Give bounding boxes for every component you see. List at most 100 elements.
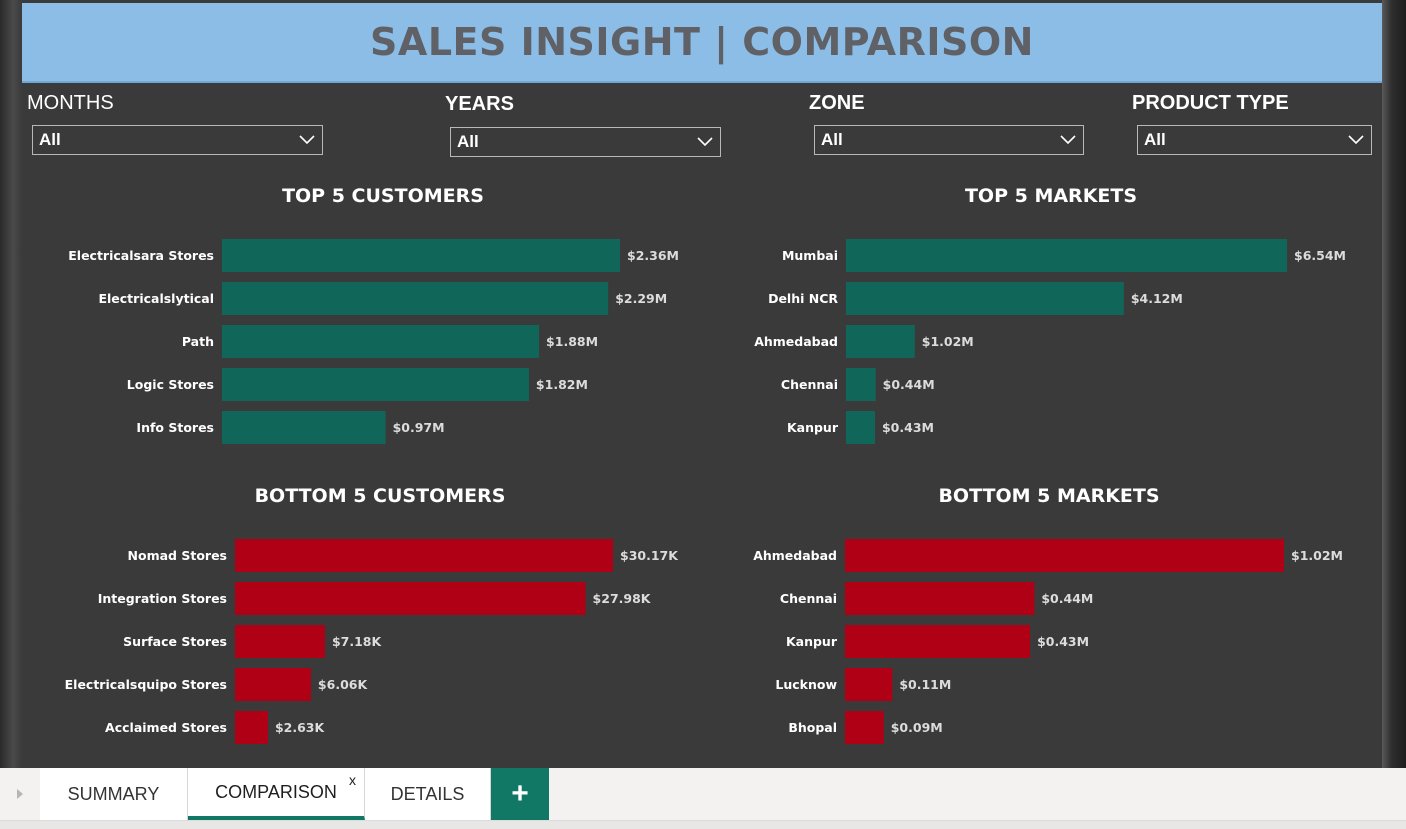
top-customers-chart: Electricalsara Stores $2.36M Electricalsly… [68,239,679,444]
bar-category-label: Logic Stores [127,377,214,392]
window-frame-right [1382,0,1406,768]
bar[interactable] [222,411,386,444]
bottom-markets-chart: Ahmedabad $1.02M Chennai $0.44M Kanpur $0.43M… [753,539,1343,744]
bar-category-label: Mumbai [782,248,838,263]
bottom-customers-title: BOTTOM 5 CUSTOMERS [254,485,506,507]
bar-value-label: $30.17K [620,548,679,563]
bar-category-label: Electricalsara Stores [68,248,214,263]
bar-value-label: $0.43M [882,420,934,435]
years-dropdown[interactable]: All [450,127,721,157]
tab-comparison[interactable]: COMPARISON [188,768,365,820]
bar[interactable] [845,668,893,701]
bar-value-label: $0.44M [883,377,935,392]
bar-value-label: $7.18K [332,634,383,649]
bar-category-label: Info Stores [136,420,214,435]
bar[interactable] [235,539,613,572]
bar-value-label: $27.98K [593,591,652,606]
bar[interactable] [235,625,325,658]
bar[interactable] [222,239,620,272]
tab-details-label: DETAILS [390,783,465,804]
bar-category-label: Kanpur [787,420,839,435]
bar-value-label: $2.36M [627,248,679,263]
bar[interactable] [845,625,1031,658]
chevron-right-icon [17,789,23,799]
bar[interactable] [845,711,884,744]
zone-dropdown-value: All [821,130,843,149]
top-markets-title: TOP 5 MARKETS [964,185,1138,207]
bar[interactable] [845,582,1035,615]
window-frame-left [0,0,22,768]
product-type-filter-label: PRODUCT TYPE [1132,92,1289,114]
bar-category-label: Ahmedabad [754,334,838,349]
bar-value-label: $2.29M [615,291,667,306]
chevron-down-icon [299,135,315,145]
bar[interactable] [846,239,1287,272]
bar-category-label: Kanpur [786,634,838,649]
bar-category-label: Surface Stores [123,634,227,649]
bar-value-label: $4.12M [1131,291,1183,306]
bar[interactable] [846,411,875,444]
bar-value-label: $1.88M [546,334,598,349]
bar-category-label: Integration Stores [98,591,227,606]
bar[interactable] [846,282,1124,315]
top-markets-chart: Mumbai $6.54M Delhi NCR $4.12M Ahmedabad $1.0… [754,239,1346,444]
bar-value-label: $1.02M [922,334,974,349]
bar-category-label: Acclaimed Stores [105,720,227,735]
bar-value-label: $1.02M [1291,548,1343,563]
bar-category-label: Lucknow [775,677,837,692]
bar-category-label: Chennai [780,591,837,606]
bottom-customers-chart: Nomad Stores $30.17K Integration Stores $27… [65,539,679,744]
plus-icon: + [511,777,529,810]
months-dropdown[interactable]: All [32,125,323,155]
bar-value-label: $1.82M [536,377,588,392]
bar-value-label: $0.97M [393,420,445,435]
bar[interactable] [846,368,876,401]
years-dropdown-value: All [457,132,479,151]
page-title: SALES INSIGHT | COMPARISON [370,20,1034,64]
tab-close-icon[interactable]: x [349,772,356,788]
bar-value-label: $0.43M [1037,634,1089,649]
bar-value-label: $0.44M [1041,591,1093,606]
zone-dropdown[interactable]: All [814,125,1084,155]
tab-details[interactable]: DETAILS [365,768,491,820]
months-dropdown-value: All [39,130,61,149]
report-canvas: SALES INSIGHT | COMPARISON MONTHS All YE… [22,0,1382,768]
chevron-down-icon [697,137,713,147]
bar[interactable] [235,711,268,744]
product-type-dropdown[interactable]: All [1137,125,1372,155]
bar[interactable] [222,325,540,358]
bar[interactable] [235,668,311,701]
bar-category-label: Bhopal [788,720,837,735]
report-header: SALES INSIGHT | COMPARISON [22,3,1382,83]
bar-category-label: Electricalslytical [98,291,214,306]
bar[interactable] [846,325,915,358]
zone-filter-label: ZONE [809,92,865,114]
tab-summary[interactable]: SUMMARY [40,768,188,820]
months-filter-label: MONTHS [27,92,114,114]
tab-summary-label: SUMMARY [67,783,160,804]
bar-value-label: $2.63K [275,720,326,735]
bar-category-label: Delhi NCR [768,291,838,306]
tab-scroll-left-button[interactable] [0,768,41,820]
bar-value-label: $0.11M [899,677,951,692]
bar[interactable] [222,282,609,315]
bar-value-label: $6.06K [318,677,369,692]
tab-comparison-label: COMPARISON [215,781,337,802]
bar-category-label: Path [182,334,214,349]
bar-category-label: Chennai [781,377,838,392]
add-page-button[interactable]: + [491,768,549,820]
chevron-down-icon [1348,135,1364,145]
product-type-dropdown-value: All [1144,130,1166,149]
bar-category-label: Nomad Stores [128,548,227,563]
bottom-markets-title: BOTTOM 5 MARKETS [938,485,1160,507]
bar-value-label: $6.54M [1294,248,1346,263]
bar-value-label: $0.09M [891,720,943,735]
bar-category-label: Electricalsquipo Stores [65,677,227,692]
bar[interactable] [222,368,529,401]
bar-category-label: Ahmedabad [753,548,837,563]
chevron-down-icon [1060,135,1076,145]
years-filter-label: YEARS [445,93,514,115]
top-customers-title: TOP 5 CUSTOMERS [282,185,484,207]
bar[interactable] [235,582,586,615]
bar[interactable] [845,539,1284,572]
